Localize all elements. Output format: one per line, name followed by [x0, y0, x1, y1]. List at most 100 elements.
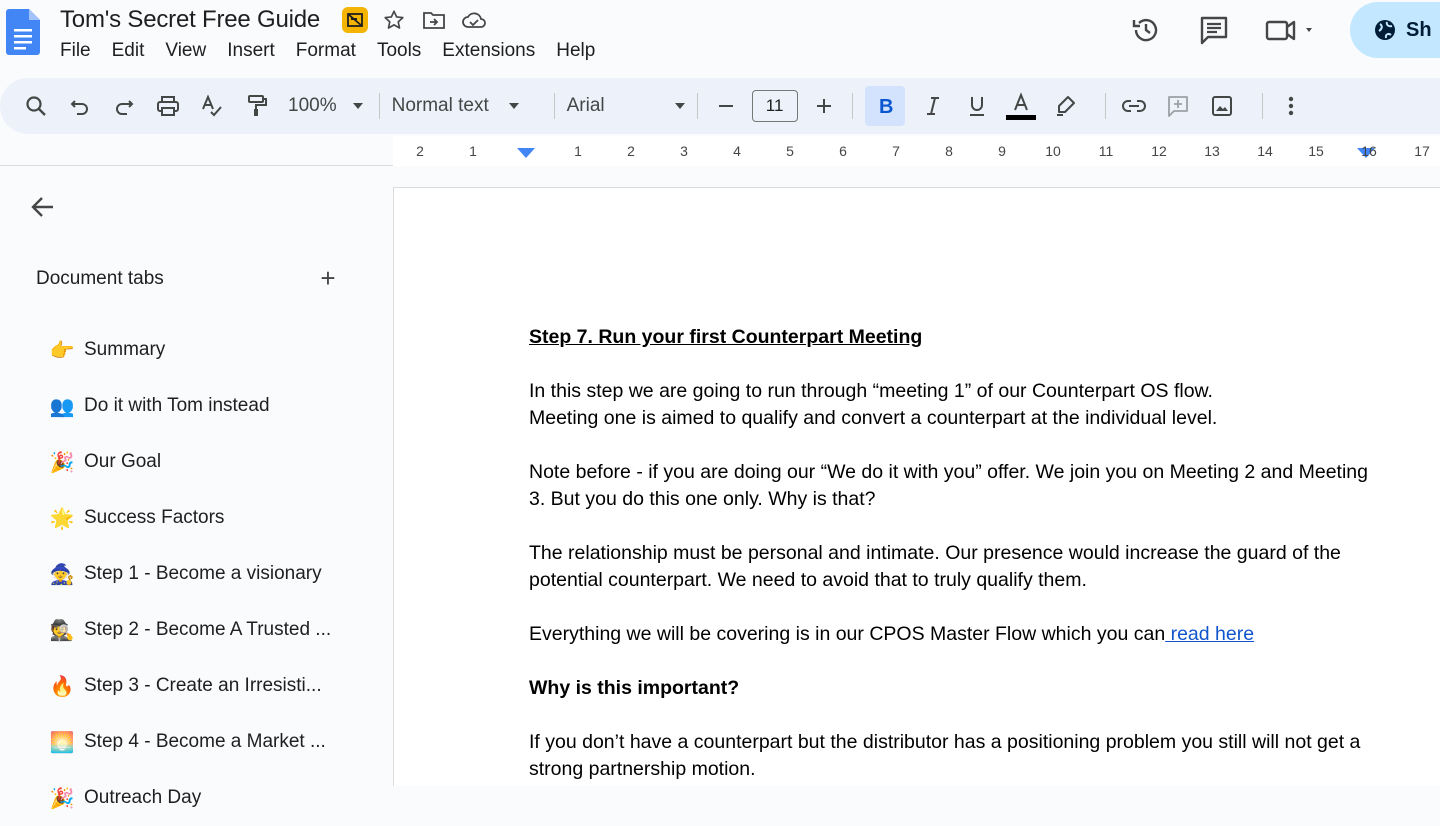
read-here-link[interactable]: read here [1165, 623, 1255, 645]
divider [1104, 93, 1106, 119]
add-comment-icon[interactable] [1162, 90, 1194, 122]
docs-logo-icon[interactable] [6, 9, 40, 55]
font-size-input[interactable]: 11 [751, 90, 798, 122]
ruler-label: 4 [733, 143, 741, 159]
tab-item[interactable]: 🧙 Step 1 - Become a visionary [48, 546, 368, 602]
paragraph: Everything we will be covering is in our… [529, 621, 1389, 648]
document-tabs-heading: Document tabs [36, 267, 164, 289]
menu-bar: File Edit View Insert Format Tools Exten… [60, 38, 616, 64]
zoom-value: 100% [288, 95, 337, 116]
people-icon: 👥 [49, 395, 75, 418]
tab-item[interactable]: 👉 Summary [48, 322, 368, 378]
ruler-label: 8 [945, 143, 953, 159]
chevron-down-icon [508, 103, 519, 109]
ruler-track: 2 1 1 2 3 4 5 6 7 8 9 10 11 12 13 14 15 … [393, 136, 1440, 166]
menu-edit[interactable]: Edit [112, 38, 153, 64]
ruler-label: 5 [786, 143, 794, 159]
star-icon[interactable] [380, 6, 408, 34]
tab-label: Do it with Tom instead [84, 395, 270, 416]
zoom-select[interactable]: 100% [288, 95, 363, 117]
tab-label: Outreach Day [84, 787, 202, 808]
paragraph-line: Meeting one is aimed to qualify and conv… [529, 407, 1218, 429]
top-bar: Tom's Secret Free Guide File Edit View I… [0, 0, 1440, 76]
menu-insert[interactable]: Insert [227, 38, 283, 64]
ruler-label: 12 [1151, 143, 1167, 159]
decrease-font-size-icon[interactable] [710, 90, 742, 122]
party-popper-icon: 🎉 [49, 451, 75, 474]
link-icon[interactable] [1118, 90, 1150, 122]
pointing-hand-icon: 👉 [49, 339, 75, 362]
tab-item[interactable]: 🎉 Outreach Day [48, 770, 368, 826]
version-history-icon[interactable] [1126, 10, 1166, 50]
divider [1261, 93, 1263, 119]
ruler-label: 9 [998, 143, 1006, 159]
undo-icon[interactable] [64, 90, 96, 122]
italic-icon[interactable] [917, 90, 949, 122]
svg-text:B: B [879, 96, 893, 116]
redo-icon[interactable] [108, 90, 140, 122]
paragraph: Note before - if you are doing our “We d… [529, 461, 1368, 510]
tab-item[interactable]: 🌟 Success Factors [48, 490, 368, 546]
menu-view[interactable]: View [165, 38, 214, 64]
tab-item[interactable]: 🕵 Step 2 - Become A Trusted ... [48, 602, 368, 658]
back-arrow-icon[interactable] [28, 192, 58, 222]
insert-image-icon[interactable] [1206, 90, 1238, 122]
paint-format-icon[interactable] [240, 90, 272, 122]
highlight-icon[interactable] [1049, 90, 1081, 122]
document-title[interactable]: Tom's Secret Free Guide [60, 6, 320, 34]
star-glow-icon: 🌟 [49, 507, 75, 530]
left-indent-marker-icon[interactable] [517, 148, 535, 158]
font-value: Arial [566, 95, 605, 116]
style-value: Normal text [391, 95, 489, 116]
tab-item[interactable]: 👥 Do it with Tom instead [48, 378, 368, 434]
tab-label: Our Goal [84, 451, 162, 472]
share-label: Sh [1406, 18, 1432, 41]
document-page[interactable]: Step 7. Run your first Counterpart Meeti… [393, 187, 1440, 786]
add-tab-icon[interactable]: + [316, 263, 340, 294]
menu-tools[interactable]: Tools [377, 38, 429, 64]
bold-icon[interactable]: B [864, 86, 905, 126]
paragraph: The relationship must be personal and in… [529, 542, 1341, 591]
search-menus-icon[interactable] [20, 90, 52, 122]
menu-format[interactable]: Format [296, 38, 364, 64]
tab-item[interactable]: 🎉 Our Goal [48, 434, 368, 490]
style-select[interactable]: Normal text [392, 95, 542, 117]
tab-item[interactable]: 🌅 Step 4 - Become a Market ... [48, 714, 368, 770]
paragraph: In this step we are going to run through… [529, 378, 1389, 432]
meet-icon[interactable] [1262, 10, 1322, 50]
document-tabs-sidebar: Document tabs + 👉 Summary 👥 Do it with Tom… [0, 167, 393, 810]
ruler[interactable]: 2 1 1 2 3 4 5 6 7 8 9 10 11 12 13 14 15 … [0, 136, 1440, 166]
font-select[interactable]: Arial [567, 95, 685, 117]
detective-icon: 🕵 [49, 619, 75, 642]
ruler-label: 13 [1204, 143, 1220, 159]
ruler-label: 10 [1045, 143, 1061, 159]
globe-icon [1375, 20, 1395, 40]
tab-label: Step 1 - Become a visionary [84, 563, 322, 584]
cloud-status-icon[interactable] [460, 6, 488, 34]
document-body[interactable]: Step 7. Run your first Counterpart Meeti… [529, 324, 1389, 810]
more-options-icon[interactable] [1275, 90, 1307, 122]
underline-icon[interactable] [961, 90, 993, 122]
menu-file[interactable]: File [60, 38, 99, 64]
print-icon[interactable] [152, 90, 184, 122]
increase-font-size-icon[interactable] [808, 90, 840, 122]
move-folder-icon[interactable] [420, 6, 448, 34]
menu-help[interactable]: Help [556, 38, 603, 64]
label-icon[interactable] [342, 7, 369, 33]
paragraph: If you don’t have a counterpart but the … [529, 731, 1361, 780]
tab-list: 👉 Summary 👥 Do it with Tom instead 🎉 Our Go… [48, 322, 368, 826]
tab-label: Step 3 - Create an Irresisti... [84, 675, 322, 696]
ruler-label: 3 [680, 143, 688, 159]
ruler-label: 7 [892, 143, 900, 159]
spellcheck-icon[interactable] [196, 90, 228, 122]
ruler-label: 2 [627, 143, 635, 159]
share-button[interactable]: Sh [1350, 2, 1440, 58]
menu-extensions[interactable]: Extensions [442, 38, 543, 64]
ruler-label: 1 [574, 143, 582, 159]
ruler-label: 14 [1257, 143, 1273, 159]
fire-icon: 🔥 [49, 675, 75, 698]
comments-icon[interactable] [1194, 10, 1234, 50]
text-color-icon[interactable] [1005, 90, 1037, 122]
tab-item[interactable]: 🔥 Step 3 - Create an Irresisti... [48, 658, 368, 714]
chevron-down-icon [352, 103, 363, 109]
